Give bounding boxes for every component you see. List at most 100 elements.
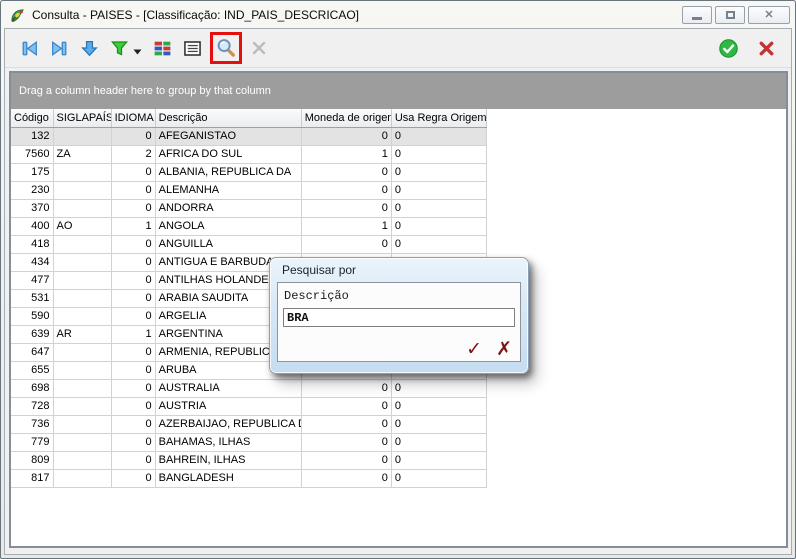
table-cell[interactable]: 0 (111, 253, 155, 271)
table-cell[interactable] (53, 271, 111, 289)
table-cell[interactable]: 1 (111, 325, 155, 343)
table-cell[interactable]: 0 (111, 397, 155, 415)
column-header[interactable]: IDIOMA (111, 109, 155, 127)
column-chooser-button[interactable] (150, 36, 174, 60)
table-cell[interactable]: ANGUILLA (155, 235, 301, 253)
table-cell[interactable]: 132 (11, 127, 53, 145)
table-cell[interactable]: 0 (111, 433, 155, 451)
table-cell[interactable]: BAHAMAS, ILHAS (155, 433, 301, 451)
search-button[interactable] (214, 36, 238, 60)
table-cell[interactable]: ANDORRA (155, 199, 301, 217)
table-row[interactable]: 7360AZERBAIJAO, REPUBLICA DO00 (11, 415, 487, 433)
table-cell[interactable] (53, 397, 111, 415)
table-cell[interactable] (53, 163, 111, 181)
table-cell[interactable] (53, 433, 111, 451)
table-cell[interactable]: 1 (301, 217, 391, 235)
table-row[interactable]: 7790BAHAMAS, ILHAS00 (11, 433, 487, 451)
table-cell[interactable]: 0 (301, 433, 391, 451)
table-row[interactable]: 400AO1ANGOLA10 (11, 217, 487, 235)
table-cell[interactable] (53, 253, 111, 271)
table-cell[interactable]: 779 (11, 433, 53, 451)
fetch-records-button[interactable] (77, 36, 101, 60)
table-cell[interactable]: AO (53, 217, 111, 235)
table-cell[interactable] (53, 199, 111, 217)
table-row[interactable]: 4180ANGUILLA00 (11, 235, 487, 253)
dialog-confirm-button[interactable]: ✓ (466, 337, 482, 361)
filter-button[interactable] (107, 36, 131, 60)
table-cell[interactable]: 531 (11, 289, 53, 307)
report-button[interactable] (180, 36, 204, 60)
table-cell[interactable] (53, 235, 111, 253)
table-cell[interactable]: 0 (391, 433, 486, 451)
table-cell[interactable]: 0 (111, 199, 155, 217)
table-row[interactable]: 1320AFEGANISTAO00 (11, 127, 487, 145)
table-row[interactable]: 3700ANDORRA00 (11, 199, 487, 217)
table-cell[interactable]: 0 (111, 289, 155, 307)
table-cell[interactable]: 655 (11, 361, 53, 379)
table-cell[interactable]: 0 (391, 415, 486, 433)
table-cell[interactable]: 0 (111, 163, 155, 181)
table-cell[interactable]: BANGLADESH (155, 469, 301, 487)
abort-button[interactable] (755, 37, 777, 59)
table-cell[interactable]: 0 (111, 181, 155, 199)
table-cell[interactable]: 230 (11, 181, 53, 199)
table-cell[interactable]: 0 (111, 469, 155, 487)
table-cell[interactable]: 0 (301, 127, 391, 145)
table-cell[interactable] (53, 343, 111, 361)
table-cell[interactable]: 7560 (11, 145, 53, 163)
table-cell[interactable]: 0 (301, 199, 391, 217)
table-cell[interactable]: 400 (11, 217, 53, 235)
minimize-button[interactable] (682, 6, 712, 24)
table-cell[interactable]: 0 (301, 451, 391, 469)
table-cell[interactable]: ANGOLA (155, 217, 301, 235)
table-cell[interactable]: 0 (391, 145, 486, 163)
table-cell[interactable] (53, 181, 111, 199)
clear-search-button[interactable] (247, 36, 271, 60)
table-cell[interactable]: 1 (111, 217, 155, 235)
table-cell[interactable]: 0 (111, 451, 155, 469)
table-cell[interactable]: 0 (111, 361, 155, 379)
table-cell[interactable]: 2 (111, 145, 155, 163)
table-cell[interactable] (53, 469, 111, 487)
first-record-button[interactable] (17, 36, 41, 60)
table-cell[interactable]: AFRICA DO SUL (155, 145, 301, 163)
table-row[interactable]: 2300ALEMANHA00 (11, 181, 487, 199)
table-cell[interactable] (53, 307, 111, 325)
table-cell[interactable]: 639 (11, 325, 53, 343)
table-cell[interactable]: 0 (301, 469, 391, 487)
last-record-button[interactable] (47, 36, 71, 60)
table-cell[interactable]: 0 (111, 343, 155, 361)
table-row[interactable]: 1750ALBANIA, REPUBLICA DA00 (11, 163, 487, 181)
table-cell[interactable]: 1 (301, 145, 391, 163)
table-row[interactable]: 7280AUSTRIA00 (11, 397, 487, 415)
table-row[interactable]: 6980AUSTRALIA00 (11, 379, 487, 397)
search-input[interactable] (283, 308, 515, 327)
table-cell[interactable]: 647 (11, 343, 53, 361)
table-cell[interactable]: 0 (301, 181, 391, 199)
table-cell[interactable]: 434 (11, 253, 53, 271)
table-row[interactable]: 8170BANGLADESH00 (11, 469, 487, 487)
table-cell[interactable] (53, 127, 111, 145)
table-cell[interactable]: 0 (111, 307, 155, 325)
column-header[interactable]: SIGLAPAÍS (53, 109, 111, 127)
table-cell[interactable]: 0 (111, 235, 155, 253)
column-header[interactable]: Código (11, 109, 53, 127)
table-cell[interactable] (53, 361, 111, 379)
table-row[interactable]: 7560ZA2AFRICA DO SUL10 (11, 145, 487, 163)
table-cell[interactable]: 0 (391, 397, 486, 415)
table-cell[interactable]: AR (53, 325, 111, 343)
table-cell[interactable]: 0 (391, 199, 486, 217)
table-cell[interactable]: AUSTRIA (155, 397, 301, 415)
table-cell[interactable]: AUSTRALIA (155, 379, 301, 397)
table-cell[interactable]: 0 (301, 163, 391, 181)
confirm-button[interactable] (717, 37, 739, 59)
maximize-button[interactable] (715, 6, 745, 24)
table-cell[interactable]: AZERBAIJAO, REPUBLICA DO (155, 415, 301, 433)
table-cell[interactable]: 0 (391, 235, 486, 253)
table-cell[interactable]: ALEMANHA (155, 181, 301, 199)
table-cell[interactable]: 698 (11, 379, 53, 397)
table-cell[interactable]: 736 (11, 415, 53, 433)
table-cell[interactable]: 0 (391, 379, 486, 397)
table-cell[interactable]: 0 (301, 379, 391, 397)
dialog-cancel-button[interactable]: ✗ (496, 337, 512, 361)
